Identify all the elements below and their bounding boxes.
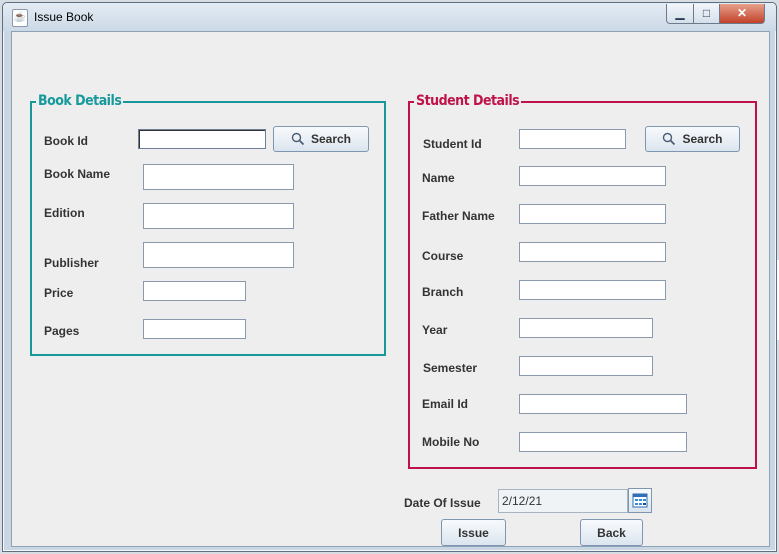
father-name-label: Father Name	[422, 209, 495, 223]
content-panel: Book Details Book Id Search Book Name Ed…	[11, 31, 770, 547]
student-id-label: Student Id	[423, 137, 482, 151]
title-bar[interactable]: ☕ Issue Book ▁ □ ✕	[3, 3, 776, 31]
semester-field[interactable]	[519, 356, 653, 376]
search-icon	[291, 132, 305, 146]
edition-field[interactable]	[143, 203, 294, 229]
student-search-button[interactable]: Search	[645, 126, 740, 152]
maximize-button[interactable]: □	[693, 4, 720, 24]
calendar-button[interactable]	[628, 488, 652, 513]
issue-button[interactable]: Issue	[441, 519, 506, 546]
course-label: Course	[422, 249, 464, 263]
student-id-field[interactable]	[519, 129, 626, 149]
search-icon	[663, 132, 676, 146]
publisher-label: Publisher	[44, 256, 99, 270]
mobile-no-label: Mobile No	[422, 435, 480, 449]
book-id-field[interactable]	[138, 129, 266, 149]
price-field[interactable]	[143, 281, 246, 301]
semester-label: Semester	[423, 361, 478, 375]
book-search-label: Search	[310, 132, 352, 146]
father-name-field[interactable]	[519, 204, 666, 224]
year-label: Year	[422, 323, 448, 337]
date-of-issue-field[interactable]: 2/12/21	[498, 489, 628, 513]
price-label: Price	[44, 286, 74, 300]
name-label: Name	[422, 171, 455, 185]
java-app-icon: ☕	[12, 9, 28, 27]
calendar-icon	[632, 493, 648, 508]
pages-label: Pages	[44, 324, 80, 338]
book-details-title: Book Details	[36, 93, 124, 109]
branch-label: Branch	[422, 285, 464, 299]
mobile-no-field[interactable]	[519, 432, 687, 452]
email-id-label: Email Id	[422, 397, 469, 411]
name-field[interactable]	[519, 166, 666, 186]
close-button[interactable]: ✕	[719, 4, 765, 24]
book-name-label: Book Name	[44, 167, 111, 181]
book-name-field[interactable]	[143, 164, 294, 190]
course-field[interactable]	[519, 242, 666, 262]
edition-label: Edition	[44, 206, 85, 220]
year-field[interactable]	[519, 318, 653, 338]
date-of-issue-label: Date Of Issue	[404, 496, 481, 510]
issue-book-window: ☕ Issue Book ▁ □ ✕ Book Details Book Id …	[2, 2, 777, 552]
publisher-field[interactable]	[143, 242, 294, 268]
minimize-button[interactable]: ▁	[666, 4, 694, 24]
branch-field[interactable]	[519, 280, 666, 300]
window-title: Issue Book	[34, 10, 94, 24]
email-id-field[interactable]	[519, 394, 687, 414]
book-id-label: Book Id	[44, 134, 88, 148]
book-search-button[interactable]: Search	[273, 126, 369, 152]
student-details-title: Student Details	[414, 93, 522, 109]
pages-field[interactable]	[143, 319, 246, 339]
student-search-label: Search	[682, 132, 723, 146]
back-button[interactable]: Back	[580, 519, 643, 546]
